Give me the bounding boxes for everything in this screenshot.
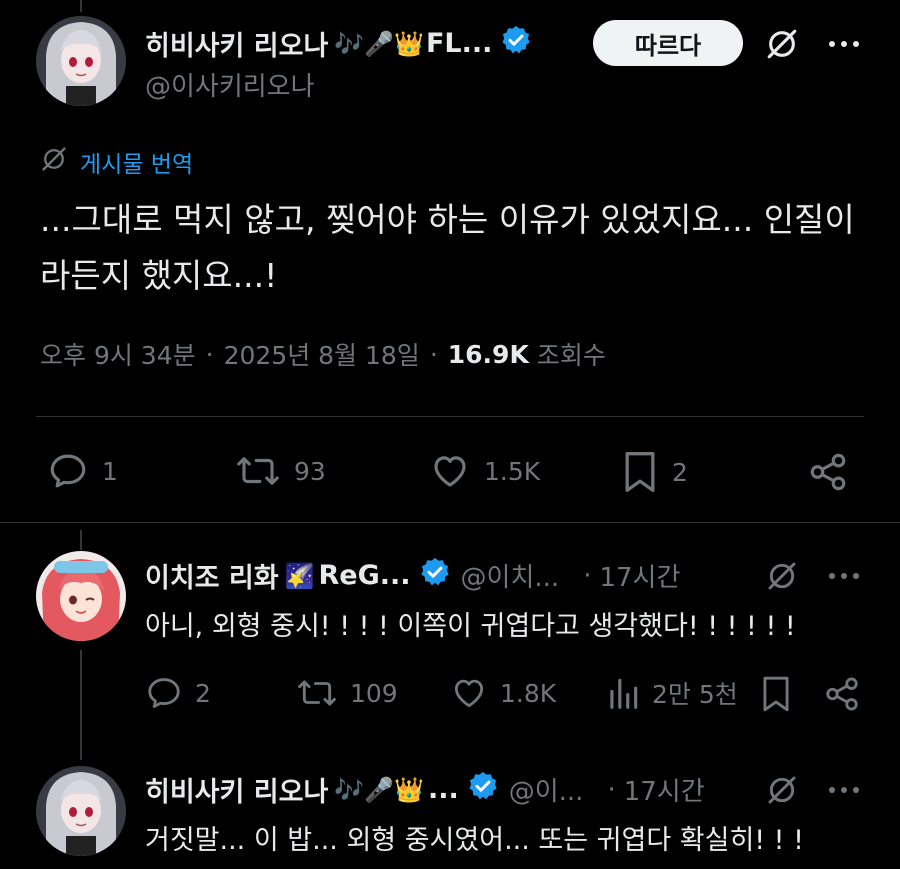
- bookmark-button[interactable]: 2: [620, 450, 688, 494]
- translate-link[interactable]: 게시물 번역: [40, 145, 193, 179]
- views-count[interactable]: 16.9K: [448, 340, 529, 369]
- reply-icon: [50, 454, 86, 488]
- thread-line-lower: [80, 650, 82, 760]
- reply-button[interactable]: 2: [145, 674, 211, 712]
- like-count: 1.5K: [484, 456, 541, 486]
- repost-count: 93: [294, 456, 326, 486]
- separator-dot: ·: [583, 560, 592, 591]
- post-text: 아니, 외형 중시! ! ! ! 이쪽이 귀엽다고 생각했다! ! ! ! ! …: [145, 611, 796, 642]
- author-name-suffix[interactable]: ...: [428, 774, 459, 805]
- author-row: 이치조 리화 🌠 ReG... @이치... · 17시간: [145, 556, 680, 595]
- views-count: 2만 5천: [652, 680, 738, 709]
- separator-dot: ·: [429, 339, 438, 369]
- avatar-image-rihwa: [36, 551, 126, 641]
- divider: [36, 416, 864, 417]
- author-row: 히비사키 리오나 🎶🎤👑 FL...: [145, 24, 532, 63]
- author-row: 히비사키 리오나 🎶🎤👑 ... @이... · 17시간: [145, 770, 705, 809]
- author-handle[interactable]: @이사키리오나: [145, 66, 315, 103]
- avatar[interactable]: [36, 766, 126, 856]
- views-label: 조회수: [536, 341, 606, 370]
- avatar-image-rionna: [36, 766, 126, 856]
- like-count: 1.8K: [500, 678, 557, 708]
- author-name[interactable]: 히비사키 리오나: [145, 770, 328, 809]
- more-icon[interactable]: [824, 562, 864, 590]
- bookmark-count: 2: [672, 457, 688, 487]
- more-icon[interactable]: [824, 776, 864, 804]
- translate-label: 게시물 번역: [80, 152, 194, 178]
- avatar[interactable]: [36, 16, 126, 106]
- post-text: ...그대로 먹지 않고, 찢어야 하는 이유가 있었지요... 인질이라든지 …: [40, 200, 855, 295]
- divider: [0, 522, 900, 523]
- thread-line-top: [80, 0, 82, 12]
- separator-dot: ·: [205, 339, 214, 369]
- verified-badge-icon: [419, 556, 451, 595]
- repost-icon: [237, 457, 279, 485]
- author-emoji: 🌠: [284, 561, 315, 590]
- reply-button[interactable]: 1: [46, 450, 118, 492]
- author-handle[interactable]: @이치...: [461, 557, 560, 594]
- reply-icon: [148, 678, 180, 708]
- reply-count: 2: [195, 678, 211, 708]
- grok-icon: [40, 145, 68, 179]
- post-date[interactable]: 2025년 8월 18일: [224, 336, 420, 372]
- like-icon: [434, 456, 466, 487]
- post-time[interactable]: 17시간: [624, 771, 705, 808]
- post-text: 거짓말... 이 밥... 외형 중시였어... 또는 귀엽다 확실히! ! !: [145, 825, 804, 856]
- bookmark-icon: [625, 452, 655, 492]
- verified-badge-icon: [500, 24, 532, 63]
- like-icon: [454, 679, 484, 708]
- verified-badge-icon: [467, 770, 499, 809]
- repost-button[interactable]: 109: [296, 674, 398, 712]
- post-time[interactable]: 오후 9시 34분: [40, 336, 196, 372]
- views-button[interactable]: 2만 5천: [606, 674, 738, 712]
- author-name[interactable]: 히비사키 리오나: [145, 24, 328, 63]
- like-button[interactable]: 1.8K: [450, 674, 556, 712]
- bookmark-icon[interactable]: [758, 674, 794, 714]
- repost-button[interactable]: 93: [234, 450, 326, 492]
- follow-button[interactable]: 따르다: [593, 20, 743, 66]
- views-icon: [610, 678, 638, 709]
- author-handle[interactable]: @이...: [509, 771, 584, 808]
- avatar-image-rionna: [36, 16, 126, 106]
- separator-dot: ·: [607, 774, 616, 805]
- reply-count: 1: [102, 456, 118, 486]
- grok-icon[interactable]: [764, 26, 800, 62]
- grok-icon[interactable]: [764, 772, 800, 808]
- post-meta: 오후 9시 34분 · 2025년 8월 18일 · 16.9K 조회수: [40, 336, 606, 372]
- share-icon[interactable]: [822, 674, 862, 714]
- author-emoji: 🎶🎤👑: [334, 29, 424, 58]
- like-button[interactable]: 1.5K: [428, 450, 540, 492]
- thread-line-middle: [80, 530, 82, 550]
- share-icon[interactable]: [806, 450, 850, 494]
- author-name-suffix[interactable]: FL...: [426, 28, 492, 59]
- repost-icon: [298, 680, 336, 706]
- post-time[interactable]: 17시간: [599, 557, 680, 594]
- author-name-suffix[interactable]: ReG...: [319, 560, 411, 591]
- repost-count: 109: [350, 678, 398, 708]
- avatar[interactable]: [36, 551, 126, 641]
- author-emoji: 🎶🎤👑: [334, 775, 424, 804]
- grok-icon[interactable]: [764, 558, 800, 594]
- more-icon[interactable]: [824, 30, 864, 58]
- author-name[interactable]: 이치조 리화: [145, 556, 279, 595]
